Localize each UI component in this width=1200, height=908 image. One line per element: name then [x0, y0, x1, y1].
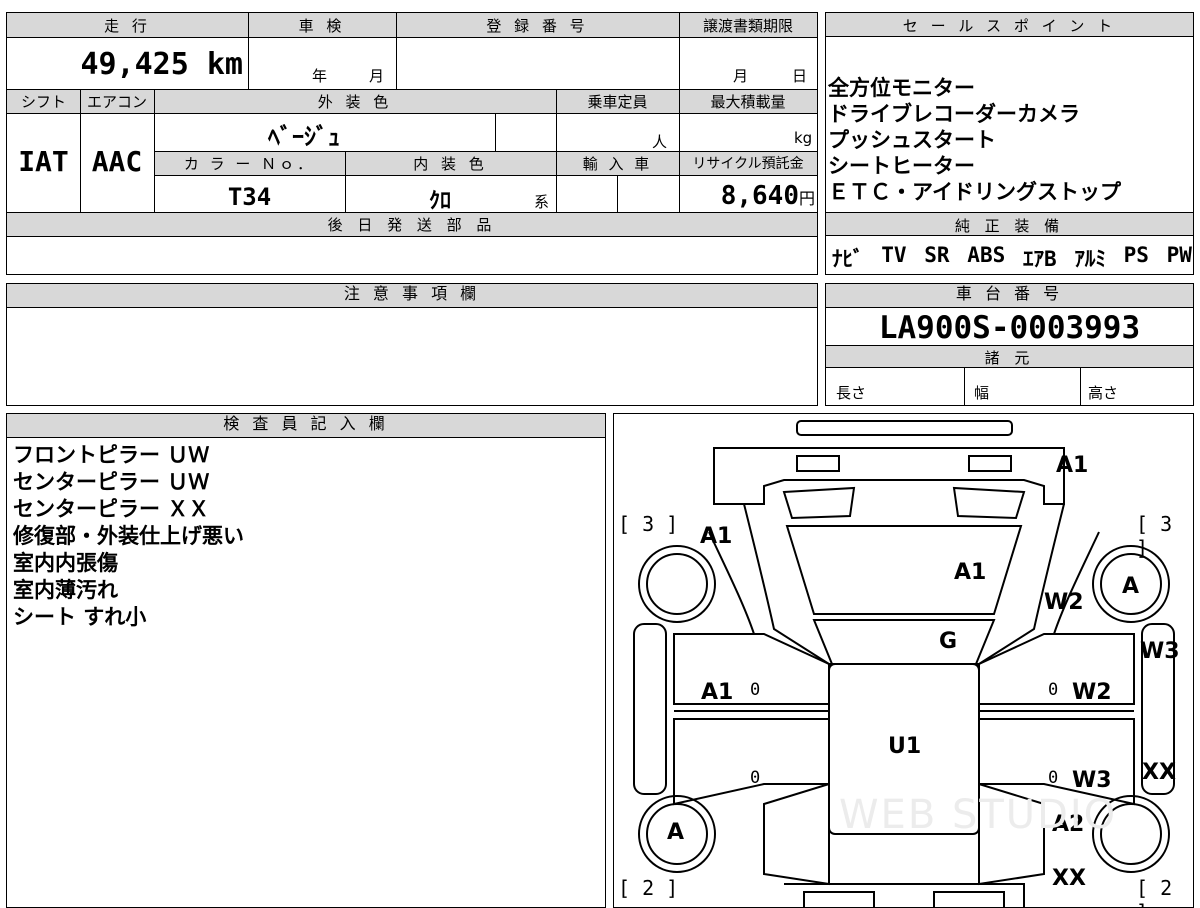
chassis-number: LA900S-0003993 — [878, 310, 1141, 346]
ac-value: AAC — [91, 145, 143, 178]
sales-point: ドライブレコーダーカメラ — [828, 102, 1080, 126]
inspector-line: 室内薄汚れ — [13, 578, 118, 602]
inspector-label: 検 査 員 記 入 欄 — [7, 414, 605, 438]
sales-point: ＥＴＣ・アイドリングストップ — [828, 180, 1121, 204]
damage-mark-wheel-rl: A — [667, 820, 685, 845]
damage-mark-hood: A1 — [954, 560, 987, 585]
corner-count-tr: [ 3 ] — [1136, 512, 1173, 560]
inspector-line: センターピラー ＸＸ — [13, 497, 210, 521]
damage-mark-left-front-door: A1 — [701, 680, 734, 705]
zero-mark: 0 — [750, 680, 761, 700]
damage-mark-rear-right: XX — [1052, 866, 1086, 891]
corner-count-bl: [ 2 ] — [618, 876, 679, 900]
transfer-day: 日 — [792, 67, 808, 85]
shaken-month: 月 — [369, 67, 385, 85]
damage-mark-front-bumper: A1 — [1056, 453, 1089, 478]
capacity-label: 乗車定員 — [587, 93, 648, 111]
vehicle-info-table: 走 行 車 検 登 録 番 号 譲渡書類期限 49,425 km 年 月 月 日… — [6, 12, 818, 275]
sales-point: プッシュスタート — [828, 128, 996, 152]
equip-item: TV — [881, 243, 907, 267]
car-diagram: A1 A1 A1 W2 A G A1 0 0 W2 W3 U1 0 0 W3 X… — [613, 413, 1194, 908]
inspector-line: 室内内張傷 — [13, 551, 118, 575]
spec-label: 諸 元 — [984, 349, 1035, 367]
damage-mark-right-front-door: W2 — [1072, 680, 1112, 705]
spec-height: 高さ — [1088, 384, 1119, 402]
corner-count-tl: [ 3 ] — [618, 512, 679, 536]
damage-mark-right-rear-door: W3 — [1072, 768, 1112, 793]
recycle-value: 8,640円 — [720, 181, 815, 211]
inspector-line: シート すれ小 — [13, 605, 147, 629]
watermark: WEB STUDIO — [839, 792, 1118, 838]
ac-label: エアコン — [86, 93, 147, 111]
damage-mark-windshield: G — [939, 629, 958, 654]
shaken-label: 車 検 — [298, 17, 346, 35]
damage-mark-right-step: W3 — [1140, 639, 1180, 664]
notes-box: 注 意 事 項 欄 — [6, 283, 818, 406]
sales-points-box: セ ー ル ス ポ イ ン ト 全方位モニター ドライブレコーダーカメラ プッシ… — [825, 12, 1194, 275]
interior-color-label: 内 装 色 — [413, 155, 488, 173]
chassis-box: 車 台 番 号 LA900S-0003993 諸 元 長さ 幅 高さ — [825, 283, 1194, 406]
equip-item: PW — [1166, 243, 1192, 267]
recycle-label: リサイクル預託金 — [692, 156, 804, 172]
inspector-line: 修復部・外装仕上げ悪い — [13, 524, 244, 548]
max-load-label: 最大積載量 — [710, 93, 786, 111]
mileage-label: 走 行 — [104, 17, 151, 35]
inspector-line: センターピラー ＵＷ — [13, 470, 210, 494]
sales-point: シートヒーター — [828, 154, 975, 178]
interior-color-value: ｸﾛ — [428, 189, 451, 214]
sales-point: 全方位モニター — [828, 76, 975, 100]
equipment-label: 純 正 装 備 — [954, 217, 1065, 235]
registration-label: 登 録 番 号 — [486, 17, 589, 35]
zero-mark: 0 — [750, 768, 761, 788]
damage-mark-left-fender: A1 — [700, 524, 733, 549]
corner-count-br: [ 2 ] — [1136, 876, 1173, 907]
damage-mark-roof: U1 — [888, 734, 922, 759]
transfer-deadline-label: 譲渡書類期限 — [702, 17, 793, 35]
shaken-year: 年 — [312, 67, 328, 85]
mileage-value: 49,425 km — [80, 47, 243, 82]
equip-item: ﾅﾋﾞ — [832, 247, 864, 271]
damage-mark-right-rear-step: XX — [1142, 760, 1176, 785]
damage-mark-right-fender: W2 — [1044, 590, 1084, 615]
sales-points-list: 全方位モニター ドライブレコーダーカメラ プッシュスタート シートヒーター ＥＴ… — [828, 75, 1121, 205]
later-parts-label: 後 日 発 送 部 品 — [327, 216, 497, 234]
zero-mark: 0 — [1048, 768, 1059, 788]
equip-item: ｱﾙﾐ — [1074, 247, 1106, 271]
equip-item: ABS — [967, 243, 1006, 267]
damage-mark-wheel-fr: A — [1122, 574, 1140, 599]
interior-color-suffix: 系 — [534, 193, 550, 211]
load-unit: kg — [794, 129, 813, 147]
inspector-lines: フロントピラー ＵＷ センターピラー ＵＷ センターピラー ＸＸ 修復部・外装仕… — [13, 442, 244, 631]
exterior-color-label: 外 装 色 — [317, 93, 393, 111]
inspector-box: 検 査 員 記 入 欄 フロントピラー ＵＷ センターピラー ＵＷ センターピラ… — [6, 413, 606, 908]
transfer-month: 月 — [733, 67, 749, 85]
zero-mark: 0 — [1048, 680, 1059, 700]
exterior-color-value: ﾍﾞｰｼﾞｭ — [268, 123, 340, 151]
capacity-unit: 人 — [652, 133, 668, 151]
sales-points-label: セ ー ル ス ポ イ ン ト — [902, 17, 1117, 35]
equip-item: PS — [1123, 243, 1149, 267]
notes-label: 注 意 事 項 欄 — [7, 284, 817, 308]
equip-item: ｴｱB — [1022, 247, 1057, 271]
equip-item: SR — [924, 243, 950, 267]
color-no-value: T34 — [227, 183, 272, 211]
equipment-list: ﾅﾋﾞ TV SR ABS ｴｱB ｱﾙﾐ PS PW — [832, 243, 1192, 273]
spec-length: 長さ — [836, 384, 867, 402]
chassis-label: 車 台 番 号 — [826, 284, 1193, 308]
inspector-line: フロントピラー ＵＷ — [13, 443, 210, 467]
color-no-label: カ ラ ー Ｎｏ． — [183, 155, 316, 173]
import-label: 輸 入 車 — [582, 155, 653, 173]
shift-value: IAT — [18, 145, 69, 178]
spec-width: 幅 — [974, 384, 990, 402]
shift-label: シフト — [20, 93, 66, 111]
